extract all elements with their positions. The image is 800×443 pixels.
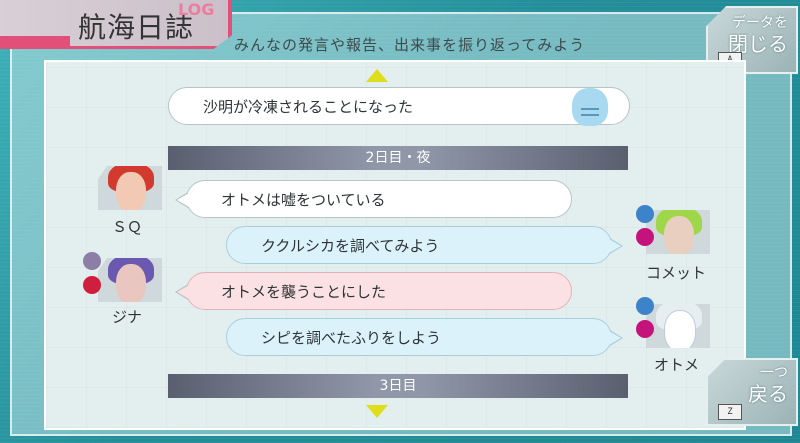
back-button-label-2: 戻る: [748, 382, 788, 406]
avatar-face: [116, 264, 146, 302]
back-button[interactable]: 一つ 戻る Z: [706, 358, 798, 426]
log-entry-event: 沙明が冷凍されることになった: [168, 87, 630, 125]
gnosia-icon: [83, 276, 101, 294]
avatar-face: [116, 172, 146, 210]
engineer-icon: [636, 205, 654, 223]
logo-text: LOG: [178, 0, 215, 19]
close-button-label-1: データを: [732, 15, 788, 31]
title-accent: [0, 36, 70, 46]
engineer-icon: [636, 297, 654, 315]
log-entry-text: オトメは嘘をついている: [221, 191, 386, 209]
log-entry: シピを調べたふりをしよう: [226, 318, 623, 356]
log-entry-text: オトメを襲うことにした: [221, 283, 387, 301]
log-entry-text: ククルシカを調べてみよう: [261, 237, 440, 255]
engineer-icon: [83, 252, 101, 270]
avatar-face: [664, 216, 694, 254]
log-entry: オトメを襲うことにした: [175, 272, 572, 310]
log-entry-text: シピを調べたふりをしよう: [261, 329, 442, 347]
speaker-name: オトメ: [654, 356, 700, 374]
avatar-face: [664, 310, 696, 348]
scroll-down-icon[interactable]: [366, 405, 388, 418]
ac-follower-icon: [636, 320, 654, 338]
speaker-name: ジナ: [112, 308, 143, 326]
day-divider: 2日目・夜: [168, 146, 628, 170]
avatar-otome: [646, 304, 710, 348]
day-divider: 3日目: [168, 374, 628, 398]
speaker-name: ＳＱ: [112, 218, 143, 236]
ac-follower-icon: [636, 228, 654, 246]
avatar-comet: [646, 210, 710, 254]
page-title: 航海日誌: [78, 11, 195, 44]
log-entry-text: 沙明が冷凍されることになった: [203, 98, 414, 116]
scroll-up-icon[interactable]: [366, 69, 388, 82]
back-button-label-1: 一つ: [760, 365, 788, 381]
log-entry: ククルシカを調べてみよう: [226, 226, 623, 264]
page-subtitle: みんなの発言や報告、出来事を振り返ってみよう: [234, 36, 586, 54]
avatar-gina: [98, 258, 162, 302]
title-tab: 航海日誌 LOG: [0, 0, 232, 49]
log-entry: オトメは嘘をついている: [175, 180, 572, 218]
speaker-name: コメット: [646, 264, 707, 282]
back-key-hint: Z: [718, 404, 742, 420]
avatar-sq: [98, 166, 162, 210]
frozen-face-icon: [572, 88, 608, 126]
